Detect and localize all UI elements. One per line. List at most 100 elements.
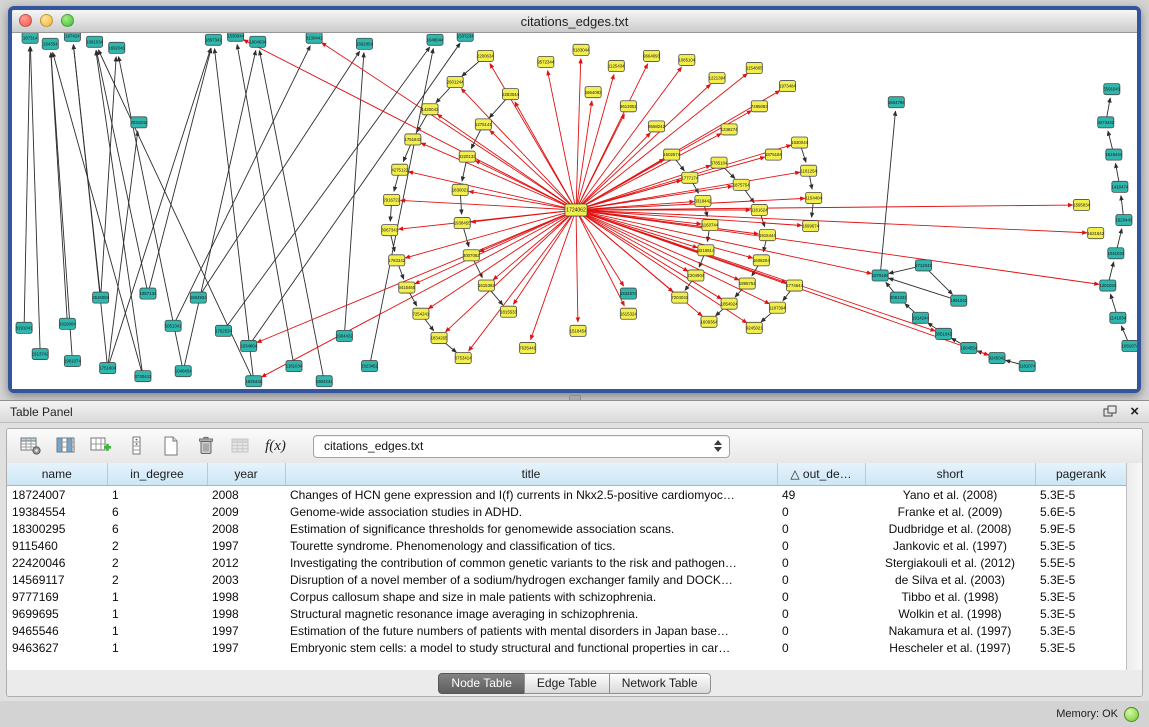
graph-node[interactable]: 9245042: [989, 353, 1006, 364]
graph-node[interactable]: 4275122: [391, 164, 408, 175]
table-cell[interactable]: 2012: [207, 554, 285, 571]
table-cell[interactable]: Nakamura et al. (1997): [865, 622, 1035, 639]
new-table-button[interactable]: [157, 434, 184, 459]
graph-node[interactable]: 1621842: [1087, 228, 1104, 239]
column-header-in-degree[interactable]: in_degree: [107, 463, 207, 486]
graph-node[interactable]: 1602574: [663, 149, 680, 160]
graph-node[interactable]: 1914244: [912, 312, 929, 323]
zoom-button[interactable]: [61, 14, 74, 27]
graph-node[interactable]: 7254241: [412, 308, 429, 319]
graph-node[interactable]: 1221394: [709, 73, 726, 84]
close-button[interactable]: [19, 14, 32, 27]
graph-node[interactable]: 1154805: [746, 62, 763, 73]
table-cell[interactable]: 0: [777, 520, 865, 537]
table-cell[interactable]: 0: [777, 605, 865, 622]
table-cell[interactable]: Stergiakouli et al. (2012): [865, 554, 1035, 571]
graph-node[interactable]: 1081034: [86, 36, 103, 47]
window-titlebar[interactable]: citations_edges.txt: [12, 10, 1137, 33]
table-cell[interactable]: Investigating the contribution of common…: [285, 554, 777, 571]
table-row[interactable]: 1830029562008Estimation of significance …: [7, 520, 1127, 537]
function-builder-button[interactable]: f(x): [262, 434, 289, 459]
graph-edge[interactable]: [409, 172, 576, 210]
table-cell[interactable]: 9777169: [7, 588, 107, 605]
graph-node[interactable]: 2200634: [477, 50, 494, 61]
graph-node[interactable]: 1664093: [585, 87, 602, 98]
table-scrollbar[interactable]: [1126, 463, 1142, 670]
table-cell[interactable]: 22420046: [7, 554, 107, 571]
graph-node[interactable]: 9415465: [398, 282, 415, 293]
table-cell[interactable]: 2008: [207, 520, 285, 537]
table-cell[interactable]: 5.3E-5: [1035, 537, 1127, 554]
graph-edge[interactable]: [576, 210, 688, 271]
graph-node[interactable]: 1857134: [140, 288, 157, 299]
table-cell[interactable]: 0: [777, 622, 865, 639]
graph-node[interactable]: 1048044: [427, 34, 444, 45]
table-row[interactable]: 2242004622012Investigating the contribut…: [7, 554, 1127, 571]
graph-node[interactable]: 1895754: [739, 278, 756, 289]
table-cell[interactable]: 0: [777, 639, 865, 656]
graph-edge[interactable]: [257, 210, 576, 342]
graph-node[interactable]: 1664794: [888, 97, 905, 108]
graph-node[interactable]: 3051042: [935, 328, 952, 339]
graph-node[interactable]: 8730441: [135, 371, 152, 382]
graph-node[interactable]: 1239274: [721, 124, 738, 135]
table-cell[interactable]: 9463627: [7, 639, 107, 656]
table-row[interactable]: 977716911998Corpus callosum shape and si…: [7, 588, 1127, 605]
graph-node[interactable]: 3210614: [698, 245, 715, 256]
table-cell[interactable]: 1: [107, 622, 207, 639]
table-cell[interactable]: 2: [107, 537, 207, 554]
graph-node[interactable]: 1751604: [99, 363, 116, 374]
table-cell[interactable]: 2: [107, 571, 207, 588]
graph-node[interactable]: 1530044: [227, 33, 244, 41]
table-cell[interactable]: 49: [777, 486, 865, 504]
graph-node[interactable]: 1904241: [316, 376, 333, 387]
table-selector-dropdown[interactable]: citations_edges.txt: [313, 435, 730, 458]
graph-node[interactable]: 6712342: [915, 260, 932, 271]
graph-node[interactable]: 9613051: [620, 101, 637, 112]
graph-node[interactable]: 1751842: [404, 134, 421, 145]
graph-node[interactable]: 1875184: [765, 149, 782, 160]
column-header-pagerank[interactable]: pagerank: [1035, 463, 1127, 486]
graph-edge[interactable]: [576, 210, 697, 248]
graph-edge[interactable]: [259, 51, 324, 382]
graph-node[interactable]: 1620443: [1115, 215, 1132, 226]
graph-node[interactable]: 1161624: [751, 204, 768, 215]
graph-edge[interactable]: [428, 210, 576, 309]
graph-edge[interactable]: [237, 45, 294, 366]
table-cell[interactable]: 5.3E-5: [1035, 486, 1127, 504]
graph-node[interactable]: 1783342: [388, 255, 405, 266]
graph-edge[interactable]: [30, 47, 40, 354]
table-cell[interactable]: 5.3E-5: [1035, 622, 1127, 639]
graph-node[interactable]: 1518454: [570, 325, 587, 336]
graph-edge[interactable]: [51, 53, 68, 324]
tab-node-table[interactable]: Node Table: [438, 673, 525, 694]
table-cell[interactable]: Yano et al. (2008): [865, 486, 1035, 504]
graph-edge[interactable]: [576, 210, 988, 355]
graph-node[interactable]: 1938455: [454, 218, 471, 229]
graph-node[interactable]: 1834265: [431, 332, 448, 343]
table-cell[interactable]: 1: [107, 639, 207, 656]
table-cell[interactable]: 1: [107, 588, 207, 605]
graph-node[interactable]: 8183044: [573, 44, 590, 55]
graph-node[interactable]: 2916722: [383, 194, 400, 205]
graph-edge[interactable]: [515, 102, 576, 210]
table-cell[interactable]: 1997: [207, 639, 285, 656]
network-canvas[interactable]: 1873141643541974241081034169204120310421…: [12, 33, 1137, 389]
graph-node[interactable]: 1919064: [59, 318, 76, 329]
graph-node[interactable]: 1081074: [1122, 340, 1137, 351]
graph-node[interactable]: 1537234: [457, 33, 474, 41]
graph-node[interactable]: 1875754: [733, 179, 750, 190]
tab-network-table[interactable]: Network Table: [609, 673, 711, 694]
graph-node[interactable]: 1041034: [1107, 248, 1124, 259]
graph-node[interactable]: 9245021: [746, 322, 763, 333]
table-cell[interactable]: 5.5E-5: [1035, 554, 1127, 571]
table-cell[interactable]: 19384554: [7, 503, 107, 520]
graph-edge[interactable]: [108, 131, 138, 368]
table-cell[interactable]: Tourette syndrome. Phenomenology and cla…: [285, 537, 777, 554]
table-cell[interactable]: 2: [107, 554, 207, 571]
tab-edge-table[interactable]: Edge Table: [524, 673, 610, 694]
graph-edge[interactable]: [576, 210, 1087, 233]
table-cell[interactable]: Embryonic stem cells: a model to study s…: [285, 639, 777, 656]
graph-edge[interactable]: [576, 59, 581, 210]
graph-node[interactable]: 1679194: [872, 270, 889, 281]
